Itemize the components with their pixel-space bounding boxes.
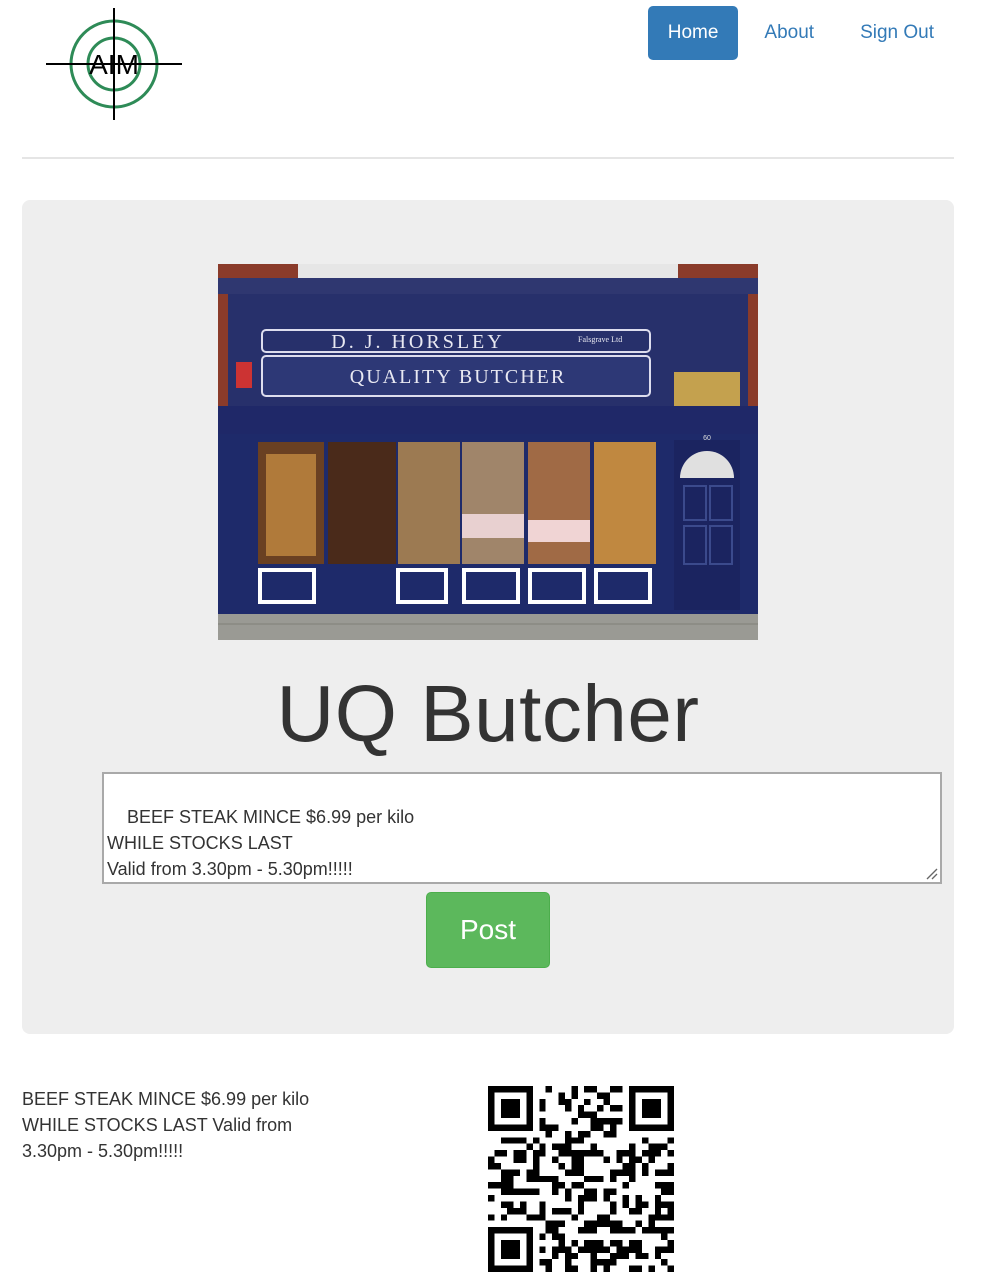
shop-sign-sub: QUALITY BUTCHER: [350, 366, 566, 388]
post-button[interactable]: Post: [426, 892, 550, 968]
posted-message: BEEF STEAK MINCE $6.99 per kilo WHILE ST…: [22, 1089, 310, 1161]
shop-sign-name: D. J. HORSLEY: [331, 331, 504, 353]
site-header: AIM Home About Sign Out: [0, 0, 992, 160]
jumbotron: D. J. HORSLEY Falsgrave Ltd QUALITY BUTC…: [22, 200, 954, 1034]
header-divider: [22, 157, 954, 159]
shop-sign-small: Falsgrave Ltd: [578, 335, 622, 344]
aim-logo-icon[interactable]: AIM: [44, 6, 184, 122]
main-nav: Home About Sign Out: [647, 6, 954, 60]
message-textarea[interactable]: BEEF STEAK MINCE $6.99 per kilo WHILE ST…: [102, 772, 942, 884]
logo-text: AIM: [89, 49, 139, 80]
qr-code-icon: [488, 1086, 674, 1272]
shop-title: UQ Butcher: [276, 669, 700, 758]
door-number: 60: [703, 435, 711, 442]
nav-home[interactable]: Home: [647, 6, 739, 60]
resize-grip-icon[interactable]: [926, 868, 938, 880]
shop-photo: D. J. HORSLEY Falsgrave Ltd QUALITY BUTC…: [218, 264, 758, 640]
message-textarea-value: BEEF STEAK MINCE $6.99 per kilo WHILE ST…: [107, 807, 415, 879]
nav-sign-out[interactable]: Sign Out: [840, 6, 954, 60]
nav-about[interactable]: About: [744, 6, 834, 60]
